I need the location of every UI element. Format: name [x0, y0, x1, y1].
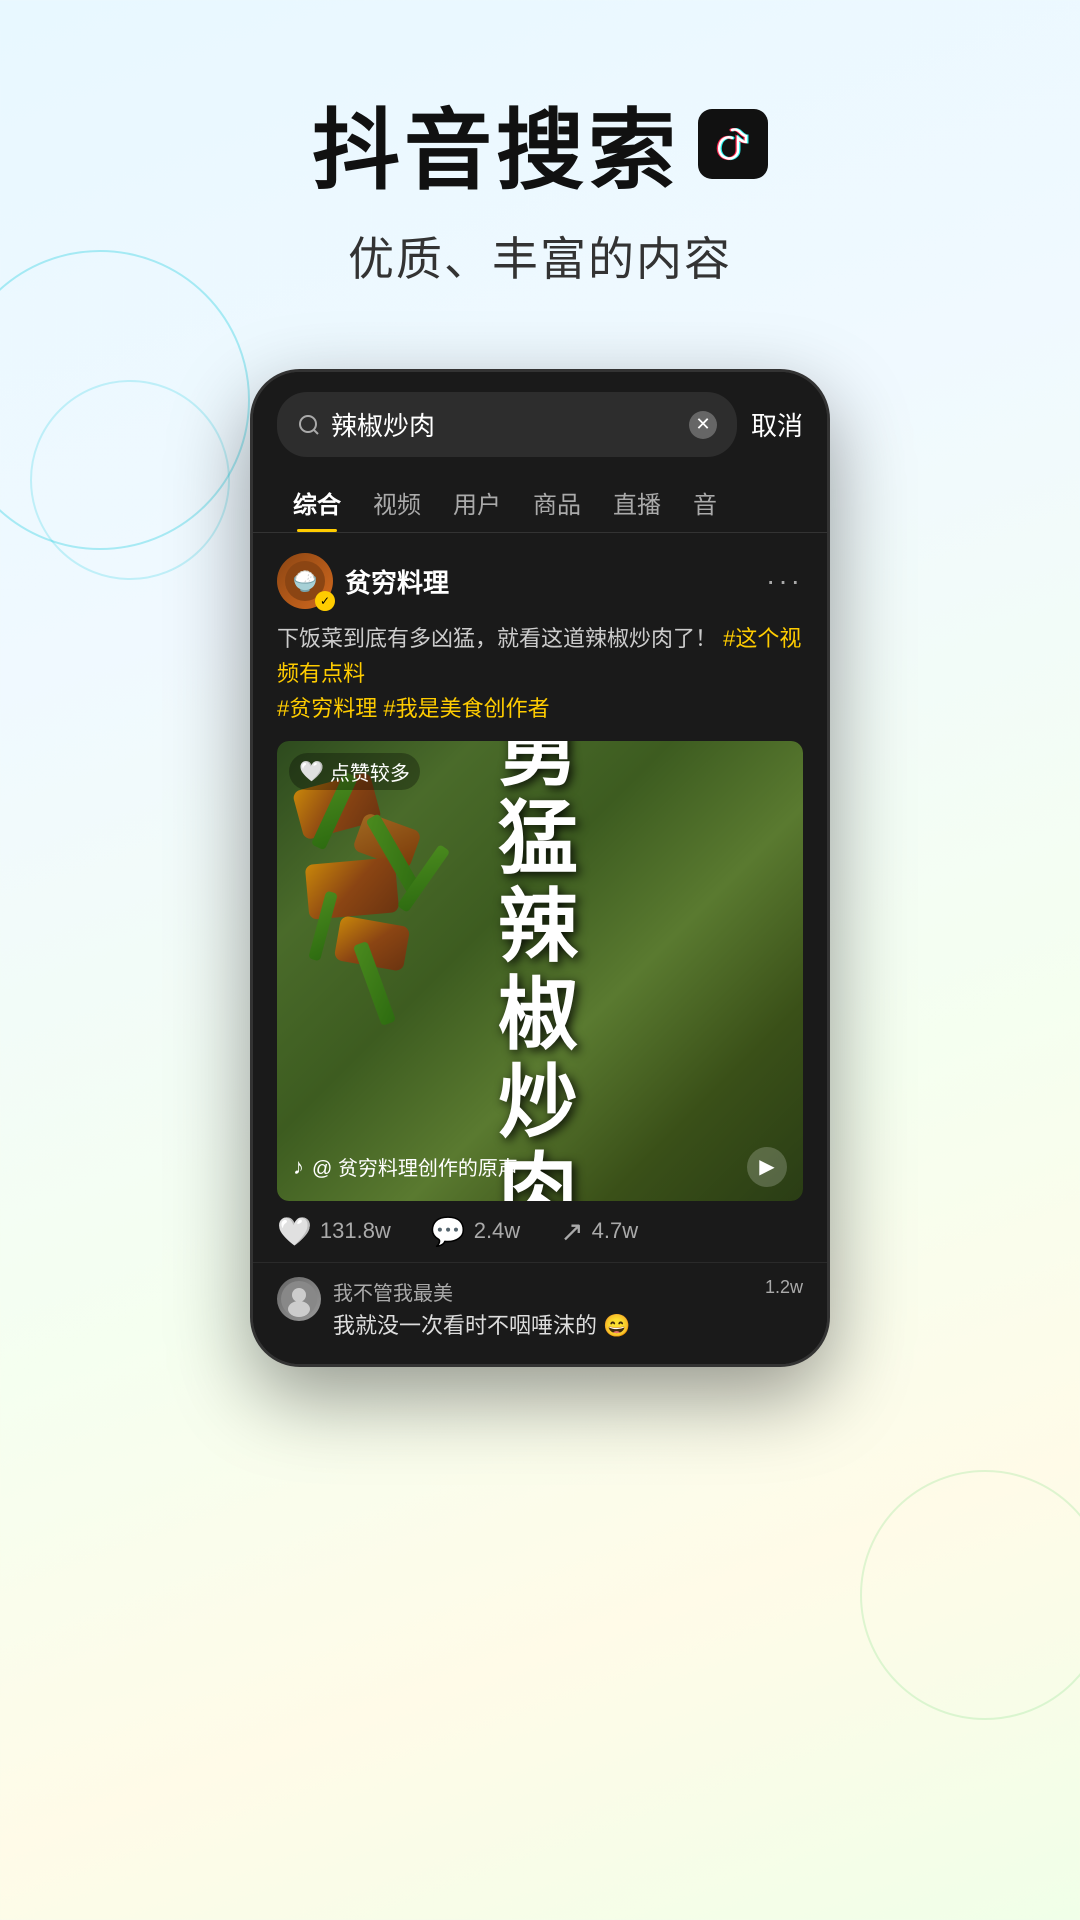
search-icon [297, 413, 321, 437]
like-count: 131.8w [320, 1218, 391, 1244]
tab-audio[interactable]: 音 [677, 475, 733, 532]
post-header: 🍚 ✓ 贫穷料理 ··· [277, 553, 803, 609]
interaction-bar: 🤍 131.8w 💬 2.4w ↗ 4.7w [253, 1201, 827, 1262]
cancel-button[interactable]: 取消 [751, 406, 803, 443]
search-query: 辣椒炒肉 [331, 406, 679, 443]
comment-count: 2.4w [474, 1218, 520, 1244]
search-bar-area: 辣椒炒肉 ✕ 取消 [253, 372, 827, 467]
commenter-name: 我不管我最美 [333, 1277, 753, 1306]
comment-icon: 💬 [431, 1215, 466, 1248]
like-interaction[interactable]: 🤍 131.8w [277, 1215, 391, 1248]
comment-row: 我不管我最美 我就没一次看时不咽唾沫的 😄 1.2w [277, 1277, 803, 1340]
comment-content: 我不管我最美 我就没一次看时不咽唾沫的 😄 [333, 1277, 753, 1340]
audio-text: @ 贫穷料理创作的原声 [312, 1152, 518, 1181]
main-title-text: 抖音搜索 [312, 80, 680, 207]
comment-interaction[interactable]: 💬 2.4w [431, 1215, 520, 1248]
audio-info: ♪ @ 贫穷料理创作的原声 [293, 1152, 518, 1181]
tiktok-logo-icon [711, 122, 755, 166]
post-card: 🍚 ✓ 贫穷料理 ··· 下饭菜到底有多凶猛，就看这道辣椒炒肉了！ #这个视频有… [253, 533, 827, 1201]
video-big-text: 勇猛辣椒炒肉 [498, 741, 582, 1201]
likes-badge-text: 点赞较多 [330, 757, 410, 786]
tab-user[interactable]: 用户 [437, 475, 517, 532]
share-count: 4.7w [592, 1218, 638, 1244]
tab-product[interactable]: 商品 [517, 475, 597, 532]
comment-likes: 1.2w [765, 1277, 803, 1298]
search-input-box[interactable]: 辣椒炒肉 ✕ [277, 392, 737, 457]
main-title: 抖音搜索 [0, 80, 1080, 207]
share-interaction[interactable]: ↗ 4.7w [560, 1215, 638, 1248]
tab-comprehensive[interactable]: 综合 [277, 475, 357, 532]
bg-decoration-circle-3 [860, 1470, 1080, 1720]
phone-container: 辣椒炒肉 ✕ 取消 综合 视频 用户 商品 [0, 369, 1080, 1367]
likes-badge: 🤍 点赞较多 [289, 753, 420, 790]
phone-mockup: 辣椒炒肉 ✕ 取消 综合 视频 用户 商品 [250, 369, 830, 1367]
phone-screen: 辣椒炒肉 ✕ 取消 综合 视频 用户 商品 [253, 372, 827, 1364]
subtitle: 优质、丰富的内容 [0, 223, 1080, 289]
svg-text:🍚: 🍚 [293, 569, 318, 593]
tabs-area: 综合 视频 用户 商品 直播 音 [253, 467, 827, 533]
hashtag-2[interactable]: #贫穷料理 [277, 696, 377, 721]
heart-icon: 🤍 [299, 759, 324, 784]
play-area: ♪ @ 贫穷料理创作的原声 ▶ [277, 1147, 803, 1187]
comment-section: 我不管我最美 我就没一次看时不咽唾沫的 😄 1.2w [253, 1262, 827, 1364]
share-icon: ↗ [560, 1215, 583, 1248]
tab-live[interactable]: 直播 [597, 475, 677, 532]
post-text: 下饭菜到底有多凶猛，就看这道辣椒炒肉了！ #这个视频有点料 #贫穷料理 #我是美… [277, 621, 803, 727]
commenter-avatar-icon [281, 1281, 317, 1317]
clear-button[interactable]: ✕ [689, 411, 717, 439]
play-button[interactable]: ▶ [747, 1147, 787, 1187]
tiktok-small-icon: ♪ [293, 1154, 304, 1180]
tab-video[interactable]: 视频 [357, 475, 437, 532]
more-options-button[interactable]: ··· [766, 565, 803, 597]
video-bg: 勇猛辣椒炒肉 [277, 741, 803, 1201]
video-thumbnail[interactable]: 勇猛辣椒炒肉 🤍 点赞较多 ♪ @ 贫穷料理创作的原声 [277, 741, 803, 1201]
header-section: 抖音搜索 优质、丰富的内容 [0, 0, 1080, 329]
author-name: 贫穷料理 [345, 563, 449, 600]
avatar-wrap: 🍚 ✓ [277, 553, 333, 609]
commenter-avatar [277, 1277, 321, 1321]
verified-badge: ✓ [315, 591, 335, 611]
video-title-overlay: 勇猛辣椒炒肉 [277, 741, 803, 1201]
hashtag-3[interactable]: #我是美食创作者 [383, 696, 549, 721]
like-icon: 🤍 [277, 1215, 312, 1248]
tiktok-badge [698, 109, 768, 179]
comment-text: 我就没一次看时不咽唾沫的 😄 [333, 1308, 753, 1340]
author-info: 🍚 ✓ 贫穷料理 [277, 553, 449, 609]
